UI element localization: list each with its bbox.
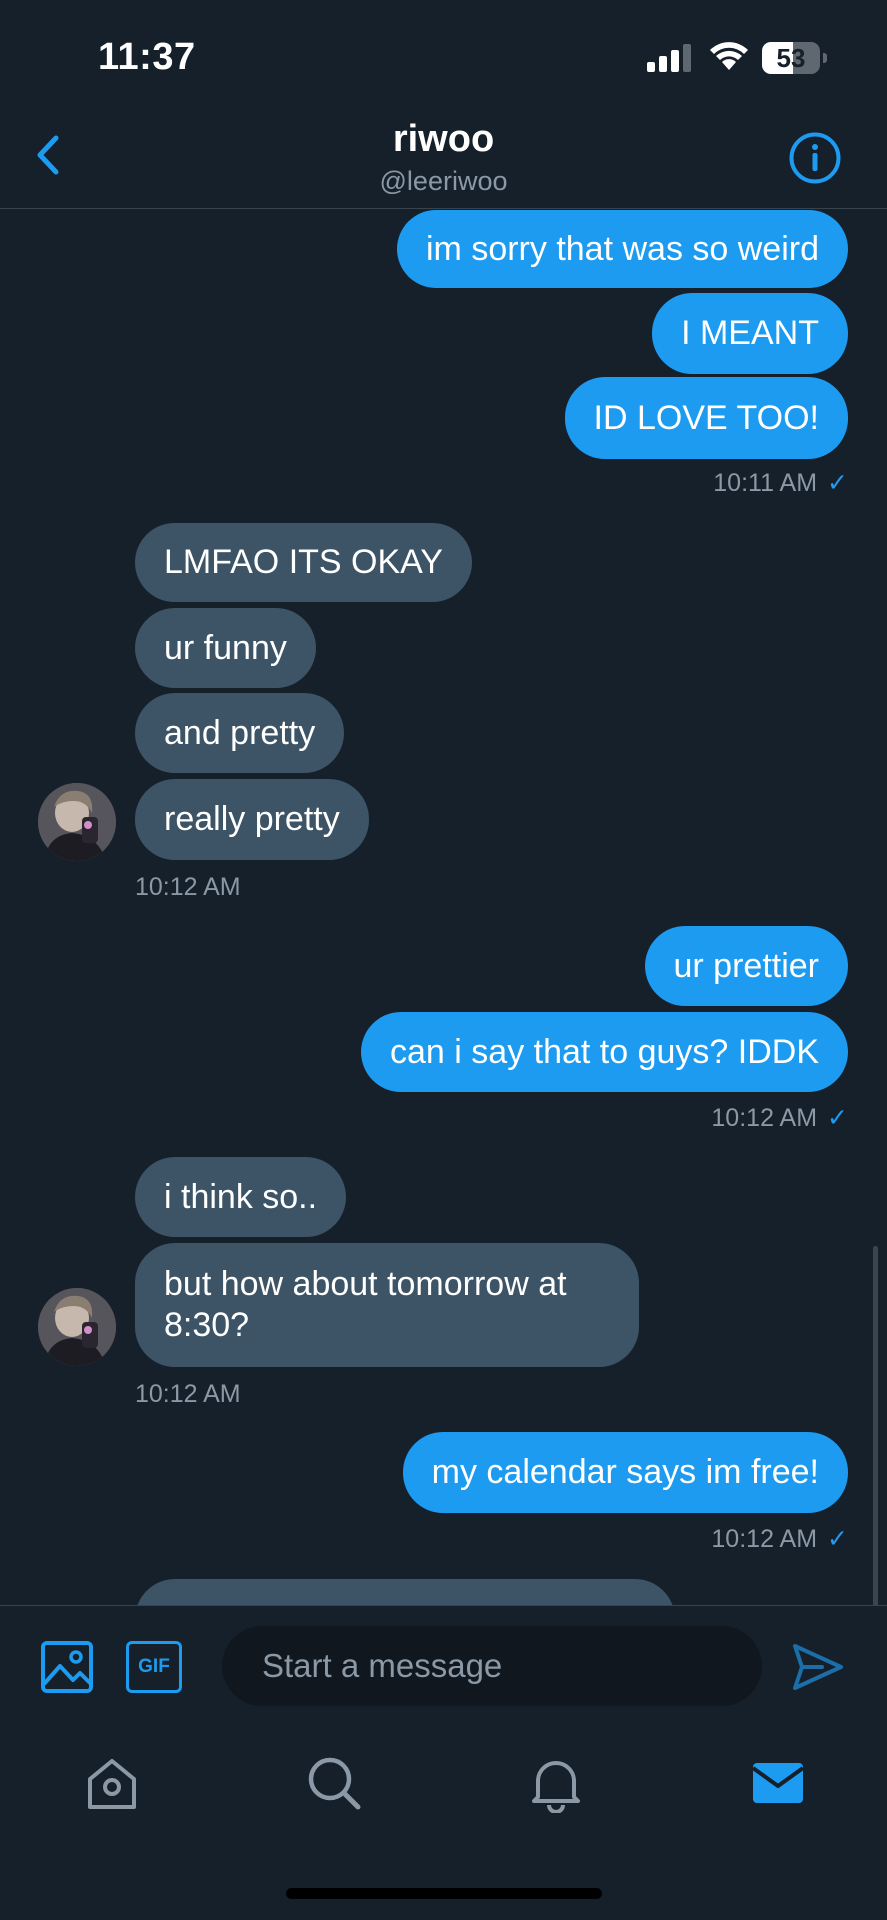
search-icon[interactable] bbox=[304, 1753, 364, 1813]
info-button[interactable] bbox=[788, 131, 842, 185]
contact-avatar[interactable] bbox=[38, 783, 116, 861]
send-icon[interactable] bbox=[792, 1642, 844, 1692]
cellular-signal-icon bbox=[647, 44, 691, 72]
message-timestamp: 10:12 AM bbox=[135, 1380, 241, 1408]
read-check-icon: ✓ bbox=[827, 469, 848, 497]
message-list[interactable]: im sorry that was so weird I MEANT ID LO… bbox=[0, 210, 887, 1605]
contact-name[interactable]: riwoo bbox=[0, 118, 887, 161]
message-timestamp: 10:11 AM ✓ bbox=[713, 469, 848, 497]
avatar-photo bbox=[38, 783, 116, 861]
read-check-icon: ✓ bbox=[827, 1104, 848, 1132]
received-message[interactable]: and pretty bbox=[135, 693, 345, 773]
avatar-photo bbox=[38, 1288, 116, 1366]
read-check-icon: ✓ bbox=[827, 1525, 848, 1553]
message-timestamp: 10:12 AM ✓ bbox=[711, 1525, 848, 1553]
sent-message[interactable]: im sorry that was so weird bbox=[397, 210, 848, 288]
received-message[interactable]: but how about tomorrow at 8:30? bbox=[135, 1243, 639, 1367]
battery-percent: 53 bbox=[776, 43, 806, 73]
message-timestamp: 10:12 AM bbox=[135, 873, 241, 901]
battery-indicator: 53 bbox=[762, 42, 828, 74]
sent-message[interactable]: ID LOVE TOO! bbox=[564, 377, 848, 459]
status-time: 11:37 bbox=[98, 36, 196, 78]
scrollbar[interactable] bbox=[873, 1246, 878, 1605]
home-indicator[interactable] bbox=[286, 1888, 602, 1899]
image-icon[interactable] bbox=[40, 1640, 94, 1694]
conversation-header: riwoo @leeriwoo bbox=[0, 110, 887, 209]
sent-message[interactable]: I MEANT bbox=[652, 293, 848, 374]
bell-icon[interactable] bbox=[526, 1753, 586, 1813]
received-message[interactable]: LMFAO ITS OKAY bbox=[135, 523, 472, 602]
mail-icon[interactable] bbox=[748, 1753, 808, 1813]
sent-message[interactable]: ur prettier bbox=[644, 926, 848, 1006]
contact-avatar[interactable] bbox=[38, 1288, 116, 1366]
message-input[interactable] bbox=[222, 1626, 762, 1706]
home-icon[interactable] bbox=[82, 1753, 142, 1813]
status-bar: 11:37 53 bbox=[0, 0, 887, 110]
sent-message[interactable]: can i say that to guys? IDDK bbox=[361, 1012, 848, 1092]
gif-button[interactable]: GIF bbox=[126, 1641, 182, 1693]
message-composer: GIF bbox=[0, 1605, 887, 1727]
contact-handle[interactable]: @leeriwoo bbox=[0, 166, 887, 197]
message-timestamp: 10:12 AM ✓ bbox=[711, 1104, 848, 1132]
received-message[interactable]: ur funny bbox=[135, 608, 316, 688]
sent-message[interactable]: my calendar says im free! bbox=[402, 1432, 848, 1513]
received-message-partial[interactable] bbox=[135, 1579, 675, 1605]
wifi-icon bbox=[710, 42, 748, 70]
received-message[interactable]: really pretty bbox=[135, 779, 369, 860]
received-message[interactable]: i think so.. bbox=[135, 1157, 347, 1237]
